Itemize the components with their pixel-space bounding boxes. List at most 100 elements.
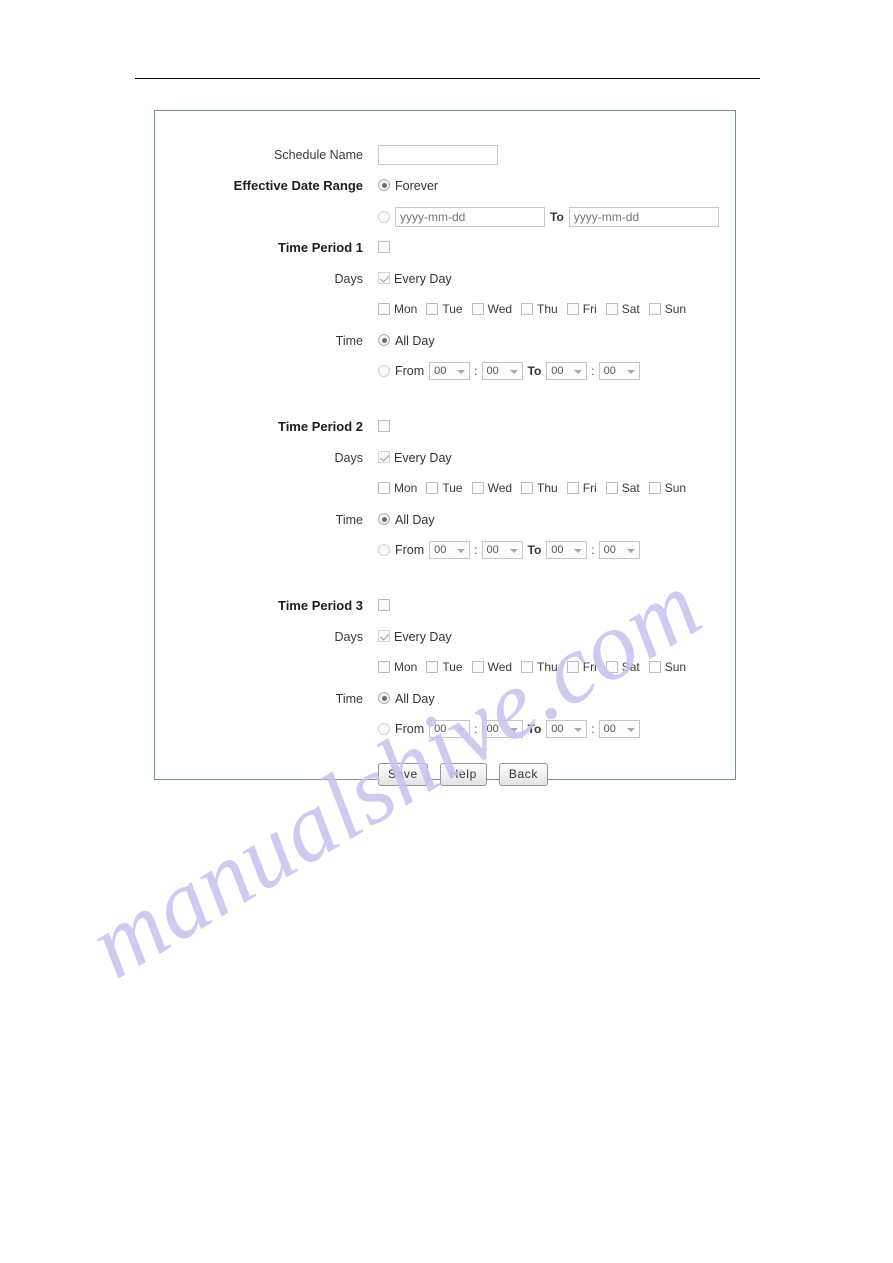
row-time-period-1: Time Period 1 xyxy=(191,232,720,263)
period-2-all-day-label: All Day xyxy=(395,512,435,527)
period-2-to-hour-select[interactable]: 00 xyxy=(546,541,588,560)
period-1-time-spacer xyxy=(191,356,377,387)
time-period-3-toggle-cell xyxy=(377,590,720,621)
period-3-custom-time-radio[interactable] xyxy=(378,723,390,736)
period-2-tue-checkbox[interactable] xyxy=(426,482,439,495)
time-period-3-checkbox[interactable] xyxy=(378,599,390,612)
period-2-day-fri[interactable]: Fri xyxy=(566,480,597,498)
period-3-day-mon[interactable]: Mon xyxy=(378,659,417,677)
period-2-day-sat[interactable]: Sat xyxy=(605,480,640,498)
period-3-fri-checkbox[interactable] xyxy=(566,661,579,674)
row-action-buttons: Save Help Back xyxy=(191,745,720,787)
save-button[interactable]: Save xyxy=(378,763,428,786)
period-2-to-colon: : xyxy=(591,543,595,558)
period-1-sun-checkbox[interactable] xyxy=(648,303,661,316)
period-2-mon-checkbox[interactable] xyxy=(378,482,390,495)
period-1-fri-checkbox[interactable] xyxy=(566,303,579,316)
period-1-weekdays-cell: Mon Tue Wed Thu Fri Sat Sun xyxy=(377,294,720,325)
period-3-sat-checkbox[interactable] xyxy=(605,661,618,674)
period-2-3-spacer xyxy=(191,566,720,590)
period-1-day-wed[interactable]: Wed xyxy=(471,301,512,319)
period-1-day-mon[interactable]: Mon xyxy=(378,301,417,319)
period-3-to-hour-select[interactable]: 00 xyxy=(546,720,588,739)
period-1-custom-time-radio[interactable] xyxy=(378,365,390,378)
period-1-from-hour-select[interactable]: 00 xyxy=(429,362,471,381)
period-1-sat-label: Sat xyxy=(621,302,640,317)
start-date-input[interactable] xyxy=(395,206,545,227)
end-date-input[interactable] xyxy=(568,206,719,227)
row-date-range-inputs: To xyxy=(191,201,720,232)
back-button[interactable]: Back xyxy=(498,763,548,786)
time-period-1-checkbox[interactable] xyxy=(378,241,390,254)
period-3-from-hour-value: 00 xyxy=(434,723,447,736)
period-3-day-fri[interactable]: Fri xyxy=(566,659,597,677)
period-3-day-thu[interactable]: Thu xyxy=(521,659,558,677)
period-1-sat-checkbox[interactable] xyxy=(605,303,618,316)
period-3-tue-checkbox[interactable] xyxy=(426,661,439,674)
period-2-wed-checkbox[interactable] xyxy=(471,482,484,495)
period-1-all-day-radio[interactable] xyxy=(378,334,390,347)
period-1-every-day-checkbox[interactable] xyxy=(378,272,390,285)
period-3-wed-checkbox[interactable] xyxy=(471,661,484,674)
period-2-day-wed[interactable]: Wed xyxy=(471,480,512,498)
period-2-day-sun[interactable]: Sun xyxy=(648,480,686,498)
forever-radio[interactable] xyxy=(378,179,390,192)
period-2-from-minute-select[interactable]: 00 xyxy=(481,541,523,560)
period-3-mon-checkbox[interactable] xyxy=(378,661,390,674)
period-3-day-sun[interactable]: Sun xyxy=(648,659,686,677)
period-1-days-label: Days xyxy=(334,271,363,286)
period-2-from-label: From xyxy=(395,543,425,558)
period-1-thu-checkbox[interactable] xyxy=(521,303,534,316)
period-2-custom-time-radio[interactable] xyxy=(378,544,390,557)
row-schedule-name: Schedule Name xyxy=(191,139,720,170)
row-period-2-weekdays: Mon Tue Wed Thu Fri Sat Sun xyxy=(191,473,720,504)
period-1-to-minute-select[interactable]: 00 xyxy=(598,362,640,381)
period-2-all-day-radio[interactable] xyxy=(378,513,390,526)
period-3-day-tue[interactable]: Tue xyxy=(426,659,463,677)
period-3-from-minute-select[interactable]: 00 xyxy=(481,720,523,739)
row-period-1-days: Days Every Day xyxy=(191,263,720,294)
period-3-to-minute-select[interactable]: 00 xyxy=(598,720,640,739)
period-3-from-minute-value: 00 xyxy=(486,723,499,736)
time-period-2-checkbox[interactable] xyxy=(378,420,390,433)
chevron-down-icon xyxy=(574,728,583,733)
period-1-to-hour-select[interactable]: 00 xyxy=(546,362,588,381)
period-3-all-day-radio[interactable] xyxy=(378,692,390,705)
forever-option-cell: Forever xyxy=(377,170,720,201)
period-2-sat-checkbox[interactable] xyxy=(605,482,618,495)
period-1-day-fri[interactable]: Fri xyxy=(566,301,597,319)
period-3-thu-checkbox[interactable] xyxy=(521,661,534,674)
period-1-from-hour-value: 00 xyxy=(434,365,447,378)
period-1-from-minute-select[interactable]: 00 xyxy=(481,362,523,381)
period-1-day-thu[interactable]: Thu xyxy=(521,301,558,319)
period-2-time-spacer xyxy=(191,535,377,566)
period-3-tue-label: Tue xyxy=(442,660,463,675)
period-2-every-day-checkbox[interactable] xyxy=(378,451,390,464)
period-1-day-sun[interactable]: Sun xyxy=(648,301,686,319)
period-2-to-hour-value: 00 xyxy=(551,544,564,557)
period-2-sun-checkbox[interactable] xyxy=(648,482,661,495)
period-3-day-wed[interactable]: Wed xyxy=(471,659,512,677)
period-2-thu-checkbox[interactable] xyxy=(521,482,534,495)
period-1-mon-checkbox[interactable] xyxy=(378,303,390,316)
period-1-day-sat[interactable]: Sat xyxy=(605,301,640,319)
schedule-name-input[interactable] xyxy=(378,144,498,165)
period-2-from-hour-select[interactable]: 00 xyxy=(429,541,471,560)
buttons-spacer xyxy=(191,745,377,787)
period-1-day-tue[interactable]: Tue xyxy=(426,301,463,319)
period-2-fri-checkbox[interactable] xyxy=(566,482,579,495)
period-2-to-label: To xyxy=(527,543,542,558)
period-1-tue-checkbox[interactable] xyxy=(426,303,439,316)
period-2-day-tue[interactable]: Tue xyxy=(426,480,463,498)
date-range-radio[interactable] xyxy=(378,210,390,223)
chevron-down-icon xyxy=(509,728,518,733)
period-2-day-thu[interactable]: Thu xyxy=(521,480,558,498)
help-button[interactable]: Help xyxy=(439,763,487,786)
period-3-every-day-checkbox[interactable] xyxy=(378,630,390,643)
period-2-to-minute-select[interactable]: 00 xyxy=(598,541,640,560)
period-1-wed-checkbox[interactable] xyxy=(471,303,484,316)
period-3-day-sat[interactable]: Sat xyxy=(605,659,640,677)
period-3-from-hour-select[interactable]: 00 xyxy=(429,720,471,739)
period-3-sun-checkbox[interactable] xyxy=(648,661,661,674)
period-2-day-mon[interactable]: Mon xyxy=(378,480,417,498)
